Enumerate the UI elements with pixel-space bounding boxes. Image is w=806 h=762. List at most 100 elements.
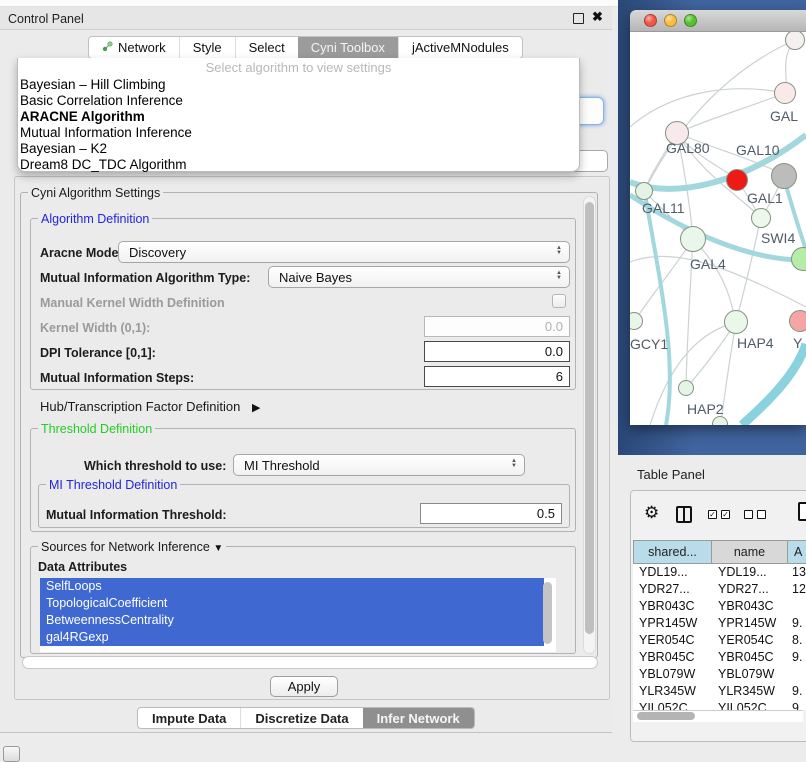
- algorithm-option[interactable]: Dream8 DC_TDC Algorithm: [20, 157, 577, 173]
- table-cell: 12: [788, 581, 806, 598]
- mi-algorithm-type-select[interactable]: Naive Bayes ▲▼: [268, 266, 570, 288]
- settings-scrollbar-thumb[interactable]: [585, 202, 594, 634]
- aracne-mode-select[interactable]: Discovery ▲▼: [118, 241, 570, 263]
- close-icon[interactable]: ✖: [592, 9, 603, 25]
- attribute-list-item[interactable]: TopologicalCoefficient: [40, 595, 544, 612]
- apply-button[interactable]: Apply: [270, 676, 338, 697]
- network-node[interactable]: [726, 169, 748, 191]
- table-cell: YLR345W: [633, 683, 712, 700]
- table-cell: YDL19...: [633, 564, 712, 581]
- tab-infer-network[interactable]: Infer Network: [363, 708, 474, 728]
- screen: Control Panel ✖ NetworkStyleSelectCyni T…: [0, 0, 806, 762]
- settings-horizontal-scrollbar[interactable]: [22, 656, 598, 669]
- table-body: YDL19...YDL19...13YDR27...YDR27...12YBR0…: [633, 564, 806, 710]
- float-window-icon[interactable]: [573, 13, 584, 24]
- table-row[interactable]: YBL079WYBL079W: [633, 666, 806, 683]
- mac-minimize-icon[interactable]: [664, 14, 677, 27]
- column-header-3[interactable]: A: [788, 540, 806, 564]
- top-strip: [0, 0, 618, 7]
- table-row[interactable]: YLR345WYLR345W9.: [633, 683, 806, 700]
- manual-kernel-width-checkbox[interactable]: [552, 294, 566, 308]
- algorithm-option[interactable]: Bayesian – K2: [20, 141, 577, 157]
- table-horizontal-scrollbar-thumb[interactable]: [637, 712, 695, 720]
- network-node-gal10[interactable]: [771, 163, 797, 189]
- attribute-list-item[interactable]: BetweennessCentrality: [40, 612, 544, 629]
- attribute-list-item[interactable]: SelfLoops: [40, 578, 544, 595]
- table-row[interactable]: YDL19...YDL19...13: [633, 564, 806, 581]
- network-node-gal[interactable]: [774, 82, 796, 104]
- mi-algorithm-type-value: Naive Bayes: [279, 270, 352, 285]
- network-node-gal4[interactable]: [680, 226, 706, 252]
- mi-steps-field[interactable]: 6: [424, 366, 570, 387]
- tab-jactivemnodules[interactable]: jActiveMNodules: [398, 37, 522, 58]
- network-node[interactable]: [712, 416, 728, 425]
- node-label: SWI4: [761, 230, 795, 246]
- threshold-definition-legend: Threshold Definition: [38, 422, 155, 436]
- node-label: GAL: [770, 108, 798, 124]
- collapse-down-arrow-icon: ▼: [213, 543, 223, 554]
- which-threshold-select[interactable]: MI Threshold ▲▼: [233, 454, 525, 476]
- tab-label: Select: [249, 40, 285, 55]
- algorithm-option[interactable]: Mutual Information Inference: [20, 125, 577, 141]
- table-cell: YIL052C: [712, 700, 788, 710]
- control-panel-titlebar: [0, 7, 612, 30]
- tab-network[interactable]: Network: [89, 37, 179, 58]
- algorithm-dropdown-popup: Select algorithm to view settings Bayesi…: [17, 58, 580, 172]
- algorithm-option[interactable]: Bayesian – Hill Climbing: [20, 77, 577, 93]
- table-cell: YIL052C: [633, 700, 712, 710]
- kernel-width-field[interactable]: 0.0: [424, 316, 570, 337]
- mac-zoom-icon[interactable]: [684, 14, 697, 27]
- table-cell: YBL079W: [633, 666, 712, 683]
- table-row[interactable]: YBR045CYBR045C9.: [633, 649, 806, 666]
- hub-definition-label: Hub/Transcription Factor Definition: [40, 399, 240, 414]
- node-label: GAL1: [747, 190, 783, 206]
- table-cell: [788, 598, 806, 615]
- table-row[interactable]: YIL052CYIL052C9.: [633, 700, 806, 710]
- tab-impute-data[interactable]: Impute Data: [138, 708, 240, 728]
- document-icon[interactable]: [798, 502, 806, 521]
- table-header-row: shared...nameA: [633, 540, 806, 564]
- network-node-gal11[interactable]: [635, 182, 653, 200]
- table-row[interactable]: YBR043CYBR043C: [633, 598, 806, 615]
- which-threshold-label: Which threshold to use:: [84, 459, 226, 473]
- tab-label: Network: [118, 40, 166, 55]
- gear-icon[interactable]: ⚙: [644, 503, 659, 523]
- table-row[interactable]: YER054CYER054C8.: [633, 632, 806, 649]
- network-node-gal1[interactable]: [751, 208, 771, 228]
- hub-definition-expander[interactable]: Hub/Transcription Factor Definition ▶: [40, 399, 260, 414]
- mac-close-icon[interactable]: [644, 14, 657, 27]
- minimized-panel-icon[interactable]: [3, 746, 20, 762]
- table-row[interactable]: YDR27...YDR27...12: [633, 581, 806, 598]
- sources-legend[interactable]: Sources for Network Inference ▼: [38, 540, 226, 554]
- data-attributes-list[interactable]: SelfLoopsTopologicalCoefficientBetweenne…: [40, 578, 556, 652]
- mi-threshold-field[interactable]: 0.5: [420, 503, 562, 524]
- table-cell: YPR145W: [712, 615, 788, 632]
- dpi-tolerance-field[interactable]: 0.0: [424, 341, 570, 362]
- network-node-y[interactable]: [789, 310, 806, 332]
- column-header-1[interactable]: shared...: [633, 540, 712, 564]
- tab-discretize-data[interactable]: Discretize Data: [240, 708, 362, 728]
- checked-checkboxes-icon[interactable]: ✓✓: [708, 510, 730, 519]
- node-label: HAP2: [687, 401, 724, 417]
- attribute-list-item[interactable]: gal4RGexp: [40, 629, 544, 646]
- algorithm-option[interactable]: Basic Correlation Inference: [20, 93, 577, 109]
- network-canvas[interactable]: GALGAL80GAL10GAL1GAL11GAL4SWI4GCY1HAP4YH…: [630, 32, 806, 425]
- tab-select[interactable]: Select: [235, 37, 298, 58]
- table-row[interactable]: YPR145WYPR145W9.: [633, 615, 806, 632]
- table-cell: 9.: [788, 683, 806, 700]
- column-header-2[interactable]: name: [712, 540, 788, 564]
- columns-icon[interactable]: [676, 506, 692, 523]
- which-threshold-value: MI Threshold: [244, 458, 320, 473]
- attributes-list-scrollbar-thumb[interactable]: [543, 582, 552, 644]
- network-node-hap2[interactable]: [678, 380, 694, 396]
- node-label: GAL11: [642, 200, 685, 216]
- network-node-hap4[interactable]: [724, 310, 748, 334]
- manual-kernel-width-label: Manual Kernel Width Definition: [40, 296, 225, 310]
- algorithm-option[interactable]: ARACNE Algorithm: [20, 109, 577, 125]
- table-panel-title: Table Panel: [637, 467, 705, 482]
- table-cell: YPR145W: [633, 615, 712, 632]
- tab-style[interactable]: Style: [179, 37, 235, 58]
- tab-cyni-toolbox[interactable]: Cyni Toolbox: [298, 37, 398, 58]
- node-label: GAL10: [736, 142, 780, 158]
- unchecked-checkboxes-icon[interactable]: [744, 510, 766, 519]
